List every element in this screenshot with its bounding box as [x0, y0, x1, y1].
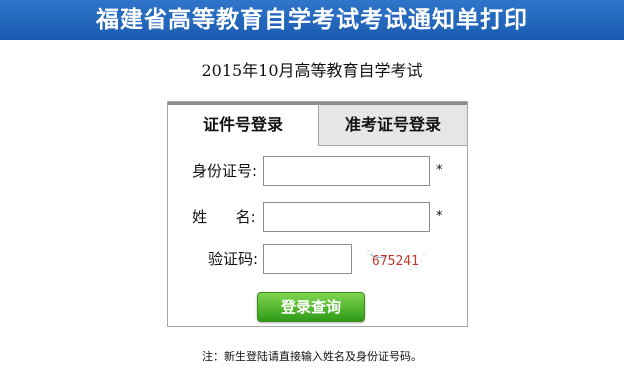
name-input[interactable] — [263, 202, 430, 232]
page: 福建省高等教育自学考试考试通知单打印 2015年10月高等教育自学考试 证件号登… — [0, 0, 624, 377]
footnote: 注：新生登陆请直接输入姓名及身份证号码。 — [202, 350, 422, 363]
captcha-input[interactable] — [263, 244, 352, 274]
login-tabs: 证件号登录 准考证号登录 — [168, 102, 467, 146]
login-panel: 证件号登录 准考证号登录 身份证号: * 姓 名: * 验证码: 675241 … — [167, 101, 468, 327]
exam-title: 2015年10月高等教育自学考试 — [201, 61, 423, 80]
captcha-code-text: 675241 — [372, 254, 419, 269]
banner-title: 福建省高等教育自学考试考试通知单打印 — [96, 7, 528, 33]
id-number-row: 身份证号: * — [168, 156, 467, 186]
name-required-mark: * — [436, 209, 443, 224]
id-number-required-mark: * — [436, 163, 443, 178]
captcha-row: 验证码: 675241 — [168, 244, 467, 274]
id-number-label: 身份证号: — [192, 162, 258, 180]
login-query-button[interactable]: 登录查询 — [257, 292, 365, 322]
name-label: 姓 名: — [192, 208, 256, 226]
captcha-label: 验证码: — [208, 250, 259, 268]
name-row: 姓 名: * — [168, 202, 467, 232]
tab-admission-login[interactable]: 准考证号登录 — [318, 102, 467, 146]
captcha-image[interactable]: 675241 — [364, 246, 428, 272]
id-number-input[interactable] — [263, 156, 430, 186]
page-banner: 福建省高等教育自学考试考试通知单打印 — [0, 0, 624, 40]
tab-id-login[interactable]: 证件号登录 — [168, 102, 318, 146]
